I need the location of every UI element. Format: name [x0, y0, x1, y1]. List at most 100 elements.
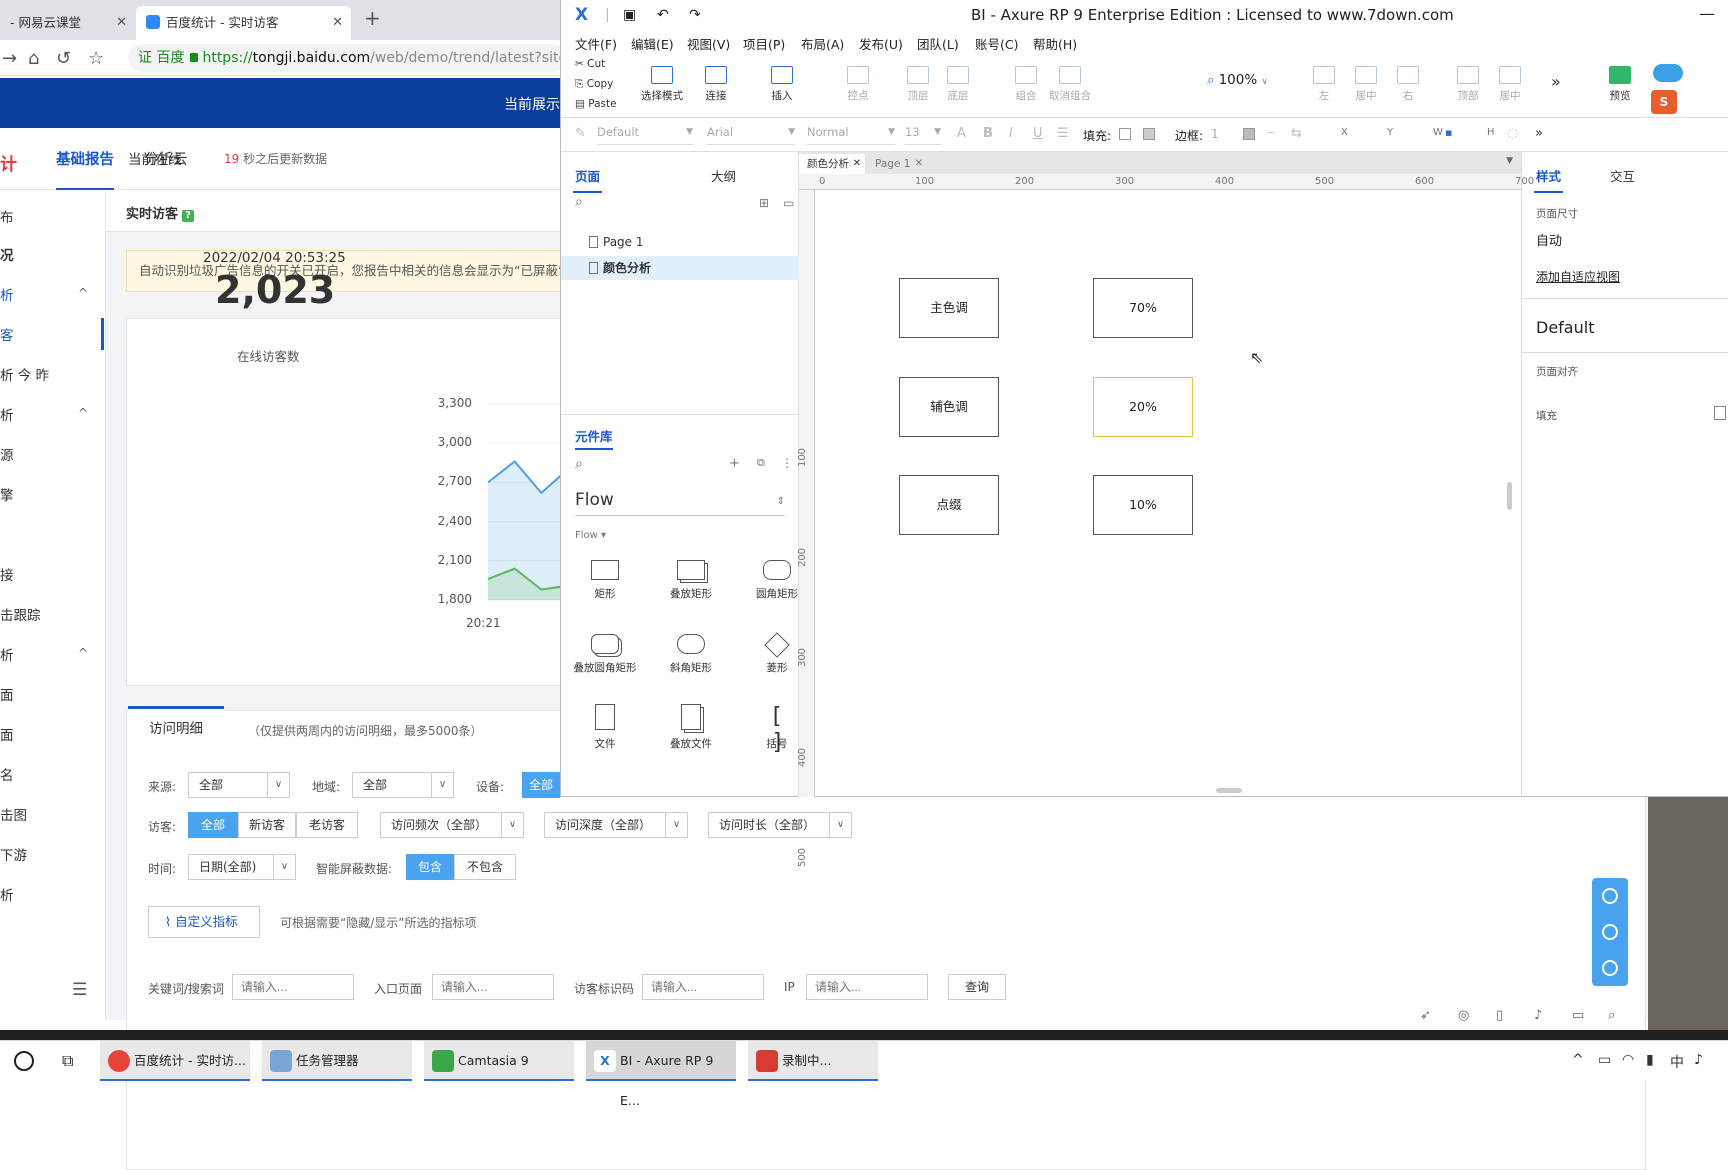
page-item-page1[interactable]: Page 1 [561, 230, 799, 254]
menu-project[interactable]: 项目(P) [743, 34, 785, 53]
refresh-icon[interactable] [1602, 888, 1618, 904]
lock-ratio-icon[interactable]: ▪ [1445, 126, 1452, 139]
bring-front-button[interactable]: 顶层 [903, 66, 933, 103]
font-select[interactable]: Arial ▼ [707, 125, 795, 145]
menu-team[interactable]: 团队(L) [917, 34, 959, 53]
italic-icon[interactable]: I [1009, 126, 1013, 141]
menu-layout[interactable]: 布局(A) [801, 34, 844, 53]
undo-icon[interactable]: ↶ [657, 7, 669, 23]
insert-button[interactable]: 插入 [767, 66, 797, 103]
tab-basic-report[interactable]: 基础报告 [56, 148, 114, 191]
font-weight-select[interactable]: Normal ▼ [807, 125, 895, 145]
more-tools-icon[interactable]: » [1551, 72, 1561, 91]
menu-view[interactable]: 视图(V) [687, 34, 730, 53]
align-middle-button[interactable]: 居中 [1495, 66, 1525, 103]
taskbar-app-camtasia[interactable]: Camtasia 9 [424, 1041, 574, 1081]
trash-icon[interactable]: ▯ [1496, 1008, 1503, 1023]
canvas-box-20[interactable]: 20% [1093, 377, 1193, 437]
chevron-up-icon[interactable]: ^ [78, 286, 88, 300]
sidebar-item[interactable]: 接 [0, 564, 14, 584]
add-adaptive-view-link[interactable]: 添加自适应视图 [1536, 268, 1620, 285]
source-select[interactable]: 全部 ∨ [188, 772, 290, 798]
library-more-icon[interactable]: ⋮ [781, 456, 793, 470]
align-left-button[interactable]: 左 [1309, 66, 1339, 103]
tray-chevron-up-icon[interactable]: ^ [1572, 1052, 1584, 1068]
close-tab-icon[interactable]: ✕ [116, 6, 127, 40]
fill-shadow-swatch[interactable] [1143, 128, 1155, 140]
ungroup-button[interactable]: 取消组合 [1049, 66, 1091, 103]
sidebar-item[interactable]: 擎 [0, 484, 14, 504]
send-back-button[interactable]: 底层 [943, 66, 973, 103]
menu-account[interactable]: 账号(C) [975, 34, 1018, 53]
group-button[interactable]: 组合 [1011, 66, 1041, 103]
rocket-icon[interactable]: ➶ [1420, 1008, 1431, 1023]
canvas-box-primary[interactable]: 主色调 [899, 278, 999, 338]
ip-input[interactable] [806, 974, 928, 1000]
depth-select[interactable]: 访问深度（全部） ∨ [544, 812, 688, 838]
cloud-icon[interactable] [1653, 64, 1683, 82]
point-button[interactable]: 控点 [843, 66, 873, 103]
fill-color-swatch[interactable] [1714, 406, 1726, 420]
horizontal-scrollbar[interactable] [1216, 788, 1242, 793]
forward-icon[interactable]: → [2, 48, 17, 69]
browser-tab-baidu[interactable]: 百度统计 - 实时访客 ✕ [136, 6, 351, 40]
canvas-box-secondary[interactable]: 辅色调 [899, 377, 999, 437]
taskbar-app-axure[interactable]: X BI - Axure RP 9 E... [586, 1041, 736, 1108]
url-input[interactable]: 证 百度 https://tongji.baidu.com/web/demo/tr… [128, 44, 568, 72]
close-tab-icon[interactable]: ✕ [915, 154, 923, 174]
widget-document[interactable]: 文件 [567, 704, 643, 751]
canvas-tab-color-analysis[interactable]: 颜色分析 ✕ [799, 154, 865, 174]
canvas-box-70[interactable]: 70% [1093, 278, 1193, 338]
custom-metrics-button[interactable]: ⌇ 自定义指标 [148, 906, 260, 938]
taskbar-app-chrome[interactable]: 百度统计 - 实时访... [100, 1041, 250, 1081]
menu-edit[interactable]: 编辑(E) [631, 34, 674, 53]
library-subgroup[interactable]: Flow ▾ [575, 530, 606, 541]
page-style-name[interactable]: Default [1536, 318, 1594, 337]
ime-icon[interactable]: 中 [1670, 1052, 1684, 1072]
close-tab-icon[interactable]: ✕ [332, 6, 343, 40]
sidebar-item[interactable]: 析 [0, 884, 14, 904]
font-size-select[interactable]: 13 ▼ [905, 125, 941, 145]
filter-include-button[interactable]: 包含 [406, 854, 454, 880]
widget-rectangle[interactable]: 矩形 [567, 560, 643, 601]
sidebar-item[interactable]: 面 [0, 724, 14, 744]
sidebar-item[interactable]: 布 [0, 206, 14, 226]
chat-icon[interactable] [1602, 960, 1618, 976]
tab-list-icon[interactable]: ▼ [1506, 156, 1513, 166]
compass-icon[interactable] [1602, 924, 1618, 940]
frequency-select[interactable]: 访问频次（全部） ∨ [380, 812, 524, 838]
bookmark-star-icon[interactable]: ☆ [88, 48, 104, 69]
taskbar-app-recorder[interactable]: 录制中... [748, 1041, 878, 1081]
vertical-scrollbar[interactable] [1507, 482, 1512, 510]
browser-tab-wangyi[interactable]: - 网易云课堂 ✕ [0, 6, 135, 40]
canvas-box-accent[interactable]: 点缀 [899, 475, 999, 535]
tab-pages[interactable]: 页面 [572, 166, 603, 193]
tab-style[interactable]: 样式 [1533, 166, 1564, 193]
save-icon[interactable]: ▣ [623, 7, 636, 23]
page-size-select[interactable]: 自动 [1536, 230, 1562, 249]
menu-help[interactable]: 帮助(H) [1033, 34, 1077, 53]
canvas-tab-page1[interactable]: Page 1 ✕ [867, 154, 927, 174]
sidebar-item[interactable]: 源 [0, 444, 14, 464]
menu-file[interactable]: 文件(F) [575, 34, 617, 53]
volume-icon[interactable]: ♪ [1694, 1052, 1703, 1068]
reload-icon[interactable]: ↺ [56, 48, 71, 69]
canvas-box-10[interactable]: 10% [1093, 475, 1193, 535]
sidebar-item-realtime[interactable]: 客 [0, 324, 14, 344]
select-mode-button[interactable]: 选择模式 [641, 66, 683, 103]
volume-icon[interactable]: ♪ [1534, 1008, 1542, 1023]
widget-stacked-rounded[interactable]: 叠放圆角矩形 [567, 634, 643, 675]
add-page-icon[interactable]: ⊞ [759, 196, 769, 210]
connect-button[interactable]: 连接 [701, 66, 731, 103]
chevron-up-icon[interactable]: ^ [78, 406, 88, 420]
border-color-swatch[interactable] [1243, 128, 1255, 140]
microphone-icon[interactable]: ▮ [1646, 1052, 1654, 1068]
query-button[interactable]: 查询 [948, 974, 1006, 1000]
tab-interaction[interactable]: 交互 [1610, 166, 1635, 185]
widget-stacked-rect[interactable]: 叠放矩形 [653, 560, 729, 601]
cut-button[interactable]: ✂ Cut [575, 58, 605, 70]
visitor-id-input[interactable] [642, 974, 764, 1000]
more-format-icon[interactable]: » [1535, 126, 1543, 141]
align-right-button[interactable]: 右 [1393, 66, 1423, 103]
new-tab-icon[interactable]: + [364, 6, 381, 30]
